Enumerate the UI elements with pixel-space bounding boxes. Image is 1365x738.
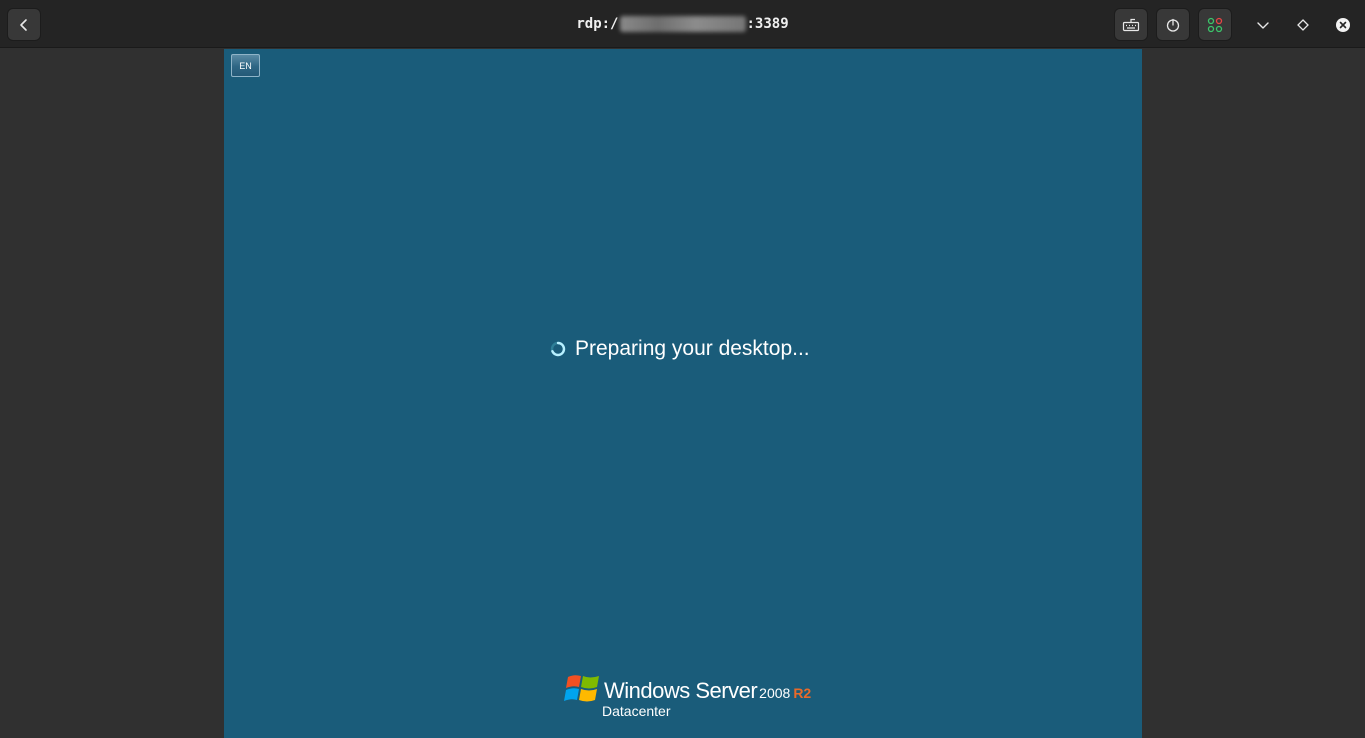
- close-icon: [1336, 17, 1350, 32]
- status-message: Preparing your desktop...: [575, 337, 810, 360]
- windows-flag-icon: [564, 675, 599, 702]
- loading-status: Preparing your desktop...: [550, 336, 810, 362]
- title-bar: rdp:/ :3389: [0, 0, 1365, 48]
- power-icon: [1166, 18, 1180, 32]
- remote-desktop-viewport[interactable]: EN Preparing your desktop... Windows Ser…: [224, 49, 1142, 738]
- redacted-host: [619, 16, 746, 32]
- product-release: R2: [793, 685, 812, 701]
- product-edition: Datacenter: [602, 703, 671, 719]
- windows-branding: Windows Server 2008 R2 Datacenter: [564, 671, 824, 721]
- apps-button[interactable]: [1198, 8, 1232, 41]
- keyboard-icon: [1122, 18, 1140, 31]
- diamond-icon: [1297, 18, 1309, 31]
- menu-dropdown-button[interactable]: [1246, 8, 1280, 41]
- loading-spinner-icon: [550, 341, 566, 357]
- product-name: Windows Server: [604, 678, 758, 703]
- chevron-left-icon: [20, 18, 27, 31]
- product-version: 2008: [759, 685, 791, 701]
- keyboard-button[interactable]: [1114, 8, 1148, 41]
- close-button[interactable]: [1326, 8, 1360, 41]
- apps-grid-icon: [1207, 17, 1223, 32]
- power-button[interactable]: [1156, 8, 1190, 41]
- chevron-down-icon: [1257, 21, 1269, 29]
- pin-button[interactable]: [1286, 8, 1320, 41]
- title-prefix: rdp:/: [576, 16, 619, 32]
- product-name-line: Windows Server 2008 R2: [604, 678, 811, 704]
- language-indicator[interactable]: EN: [231, 54, 260, 77]
- back-button[interactable]: [7, 8, 41, 41]
- title-suffix: :3389: [746, 16, 789, 32]
